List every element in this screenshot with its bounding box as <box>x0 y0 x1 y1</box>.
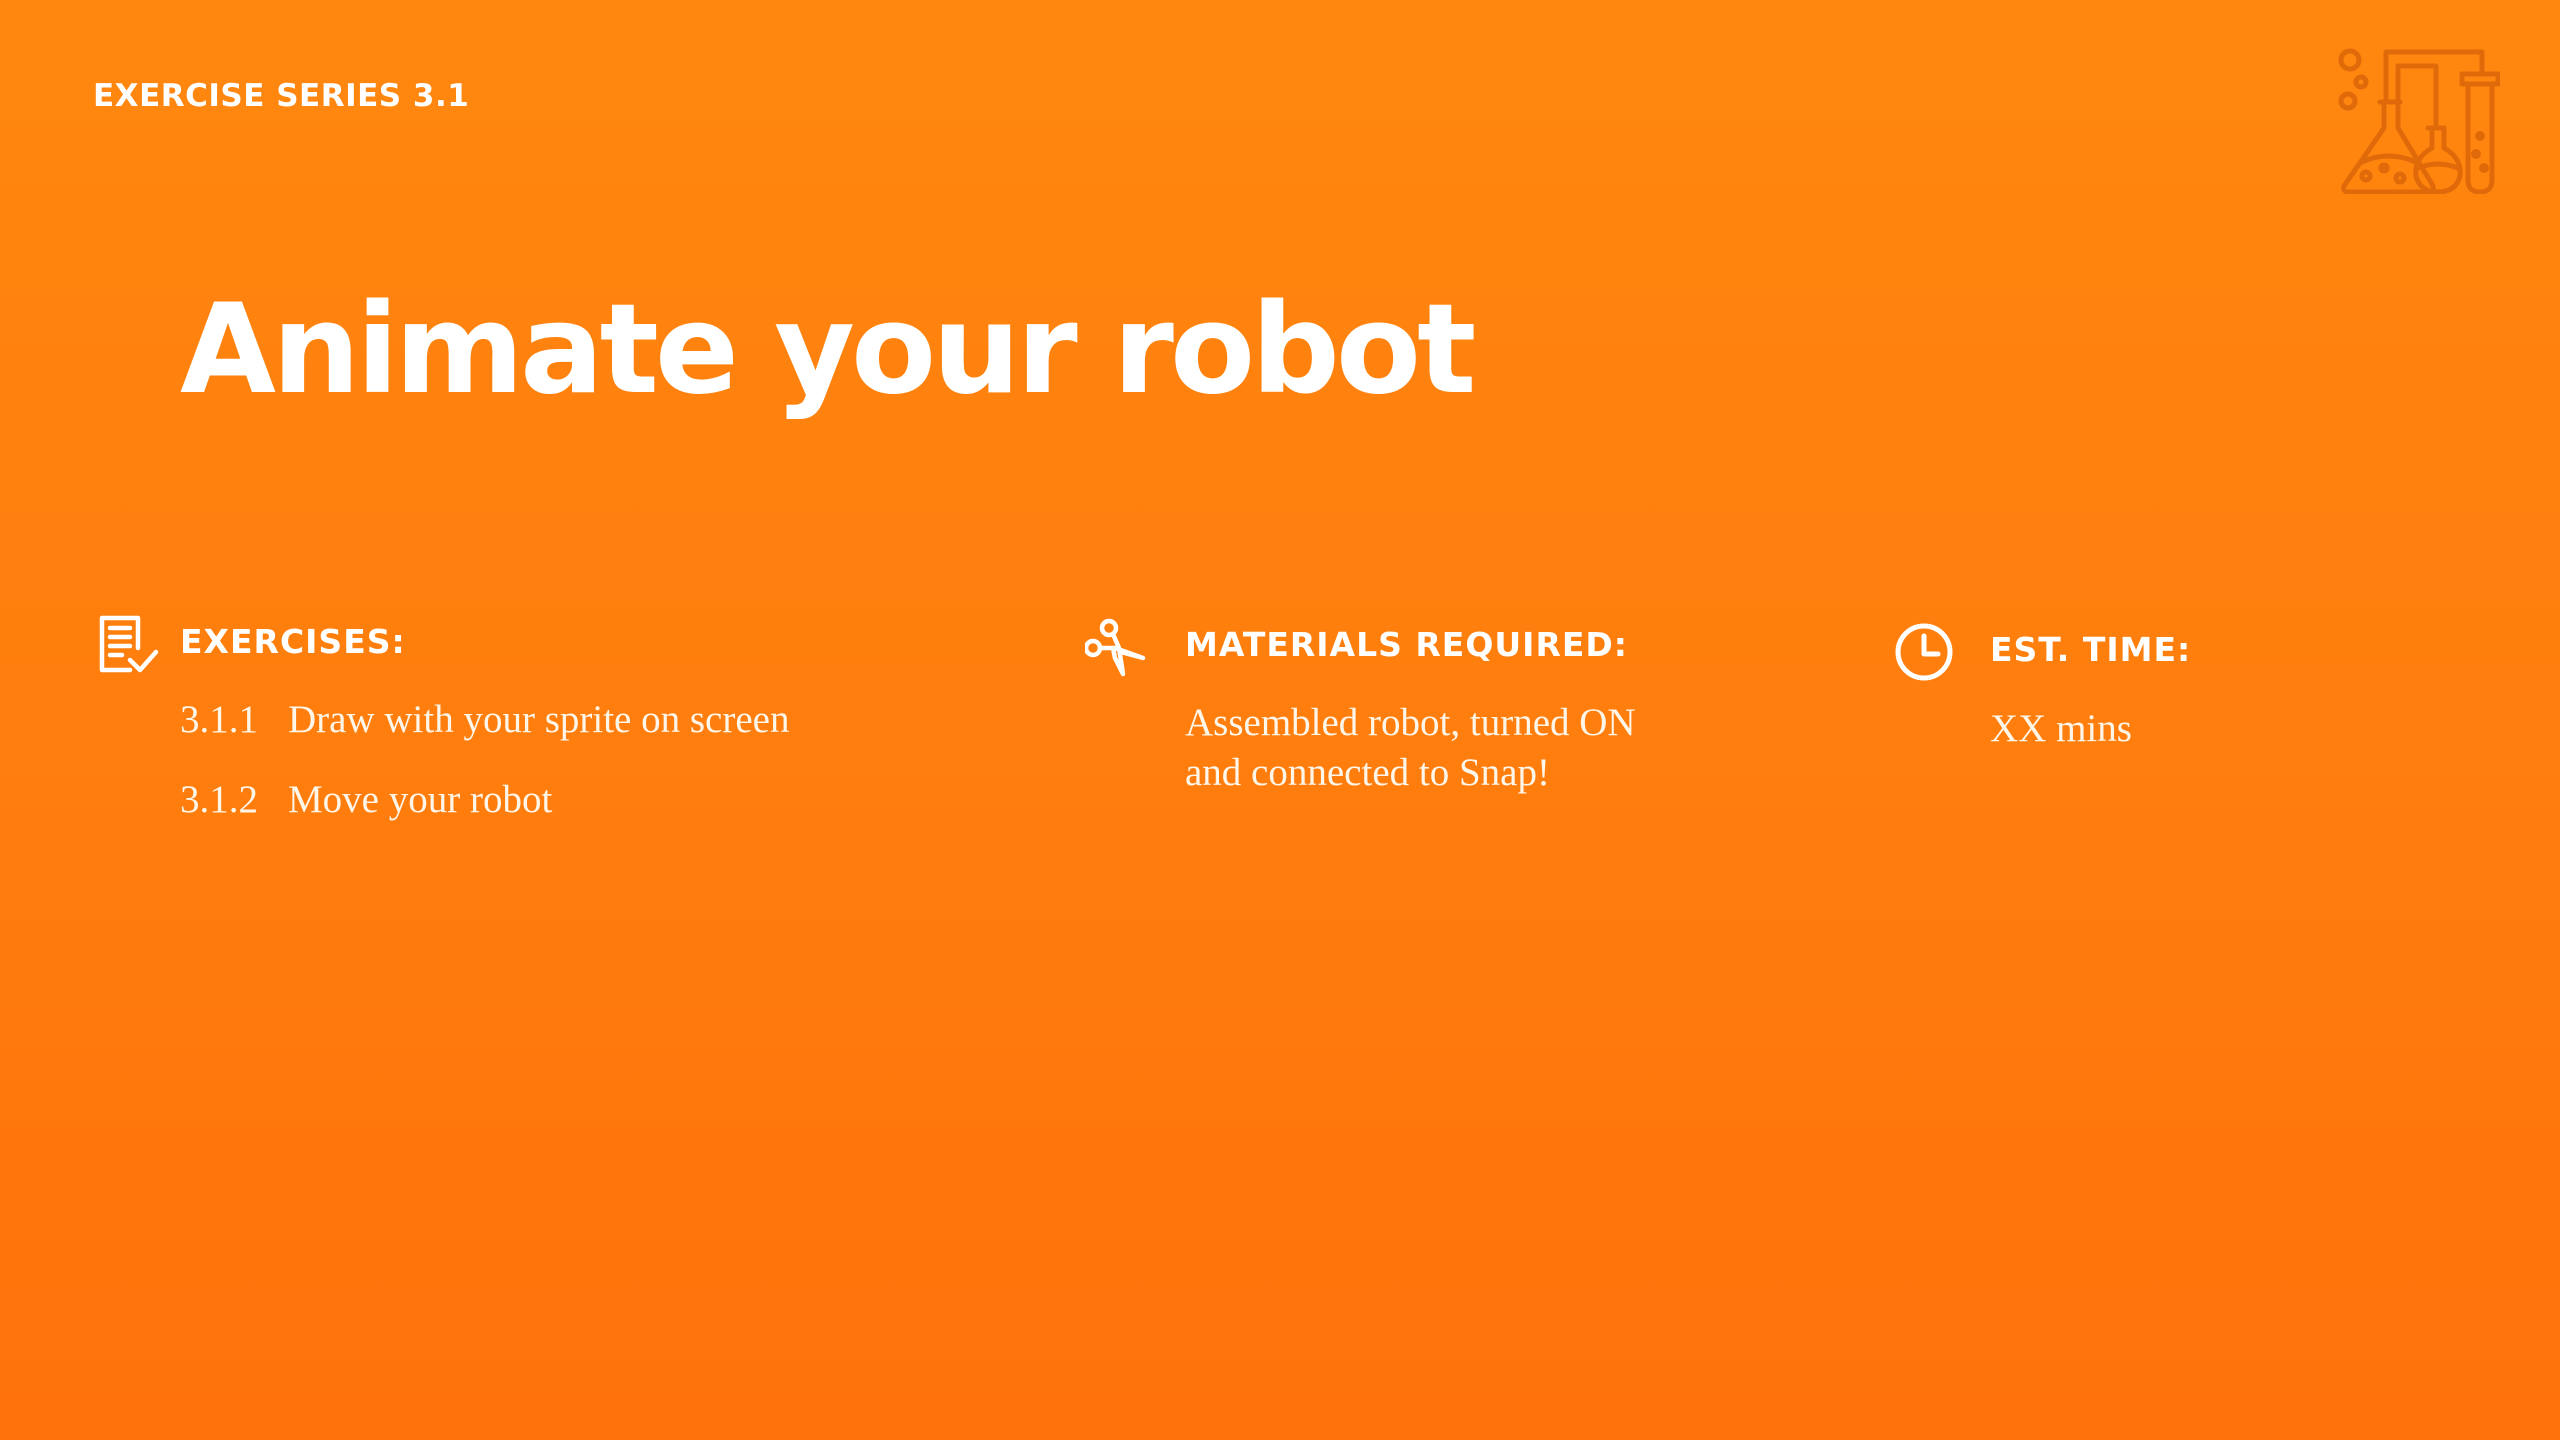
exercise-number: 3.1.2 <box>180 778 258 821</box>
page-title: Animate your robot <box>180 278 1476 422</box>
time-heading: EST. TIME: <box>1990 630 2192 669</box>
science-lab-icon <box>2338 48 2500 194</box>
exercise-label: Move your robot <box>288 778 553 821</box>
clock-icon <box>1895 623 1953 681</box>
exercise-number: 3.1.1 <box>180 698 258 741</box>
scissors-icon <box>1085 618 1146 677</box>
checklist-icon <box>99 615 159 673</box>
materials-heading: MATERIALS REQUIRED: <box>1185 625 1629 664</box>
exercise-label: Draw with your sprite on screen <box>288 698 790 741</box>
exercise-item[interactable]: 3.1.1 Draw with your sprite on screen <box>180 695 789 745</box>
materials-description: Assembled robot, turned ON and connected… <box>1185 698 1745 798</box>
materials-line: and connected to Snap! <box>1185 751 1550 794</box>
exercises-heading: EXERCISES: <box>180 622 406 661</box>
time-value: XX mins <box>1990 707 2132 750</box>
exercise-item[interactable]: 3.1.2 Move your robot <box>180 775 552 825</box>
series-label: EXERCISE SERIES 3.1 <box>93 78 470 114</box>
materials-line: Assembled robot, turned ON <box>1185 701 1636 744</box>
